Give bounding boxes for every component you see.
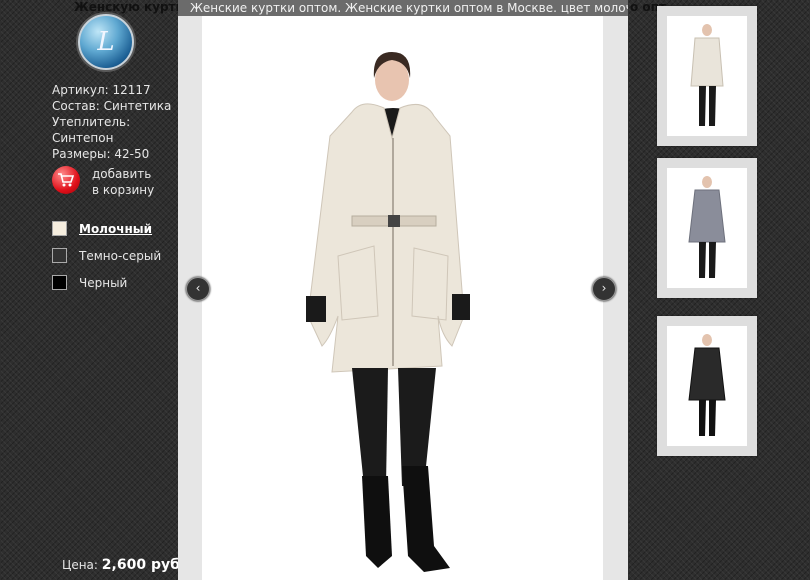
color-swatch-dark-gray	[52, 248, 67, 263]
sizes: Размеры: 42-50	[52, 147, 150, 161]
add-to-cart-button[interactable]: добавить в корзину	[52, 166, 154, 198]
chevron-right-icon: ›	[601, 281, 607, 295]
thumbnail-image	[667, 326, 747, 446]
add-to-cart-label-1: добавить	[92, 167, 152, 181]
price-value: 2,600 руб.	[101, 557, 186, 573]
logo-letter: L	[97, 27, 115, 57]
color-option-black[interactable]: Черный	[52, 274, 161, 291]
add-to-cart-label-2: в корзину	[92, 183, 155, 197]
thumbnail-milky[interactable]	[657, 6, 757, 146]
thumbnail-image	[667, 168, 747, 288]
cart-icon	[52, 166, 80, 194]
color-options: Молочный Темно-серый Черный	[52, 220, 161, 301]
page-title-left: Женскую куртку	[74, 0, 192, 14]
next-image-button[interactable]: ›	[592, 277, 616, 301]
color-label: Молочный	[79, 221, 153, 236]
previous-image-button[interactable]: ‹	[186, 277, 210, 301]
insulation-label: Утеплитель:	[52, 115, 131, 129]
price-label: Цена:	[62, 558, 98, 572]
thumbnail-gray[interactable]	[657, 158, 757, 298]
lightbox-caption: Женские куртки оптом. Женские куртки опт…	[178, 0, 628, 16]
logo[interactable]: L	[78, 14, 134, 70]
chevron-left-icon: ‹	[195, 281, 201, 295]
price: Цена: 2,600 руб.	[62, 557, 185, 573]
product-info: Артикул: 12117 Состав: Синтетика Утеплит…	[52, 82, 171, 162]
lightbox: Женские куртки оптом. Женские куртки опт…	[178, 0, 628, 580]
thumbnail-image	[667, 16, 747, 136]
color-swatch-black	[52, 275, 67, 290]
insulation-value: Синтепон	[52, 131, 114, 145]
color-label: Черный	[79, 275, 128, 290]
color-option-milky[interactable]: Молочный	[52, 220, 161, 237]
product-photo	[202, 16, 603, 580]
article: Артикул: 12117	[52, 83, 151, 97]
thumbnail-black[interactable]	[657, 316, 757, 456]
color-label: Темно-серый	[79, 248, 162, 263]
color-option-dark-gray[interactable]: Темно-серый	[52, 247, 161, 264]
color-swatch-milky	[52, 221, 67, 236]
composition: Состав: Синтетика	[52, 99, 172, 113]
